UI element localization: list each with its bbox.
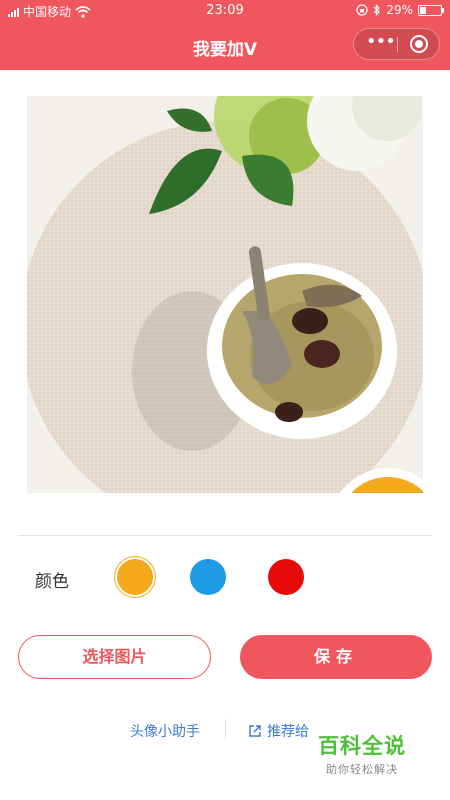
color-label: 颜色 [35,572,69,592]
more-dots-icon[interactable]: ••• [366,33,396,53]
battery-percent: 29% [386,3,413,17]
orientation-lock-icon [356,4,368,16]
status-bar: 中国移动 23:09 29% [0,0,450,22]
preview-image [27,96,423,493]
watermark-subtitle: 助你轻松解决 [326,763,398,776]
color-swatch-yellow[interactable] [117,559,153,595]
battery-fill [420,6,426,14]
choose-image-button[interactable]: 选择图片 [18,635,211,679]
nav-bar: 我要加V ••• [0,22,450,70]
target-close-icon[interactable] [410,35,428,53]
share-label: 推荐给 [267,724,309,740]
share-link[interactable]: 推荐给 [248,721,309,741]
footer-divider [225,719,226,739]
divider [18,535,432,536]
capsule-divider [397,37,398,52]
battery-icon [418,4,444,16]
color-swatch-blue[interactable] [190,559,226,595]
share-icon [249,725,261,737]
watermark-title: 百科全说 [318,734,406,758]
status-right: 29% [356,3,444,17]
watermark: 百科全说 助你轻松解决 [318,730,406,777]
avatar-assistant-link[interactable]: 头像小助手 [130,721,200,741]
mini-program-capsule: ••• [353,28,440,60]
save-button[interactable]: 保存 [240,635,432,679]
avatar-preview[interactable]: V [27,96,423,493]
bluetooth-icon [373,4,381,16]
color-swatch-red[interactable] [268,559,304,595]
